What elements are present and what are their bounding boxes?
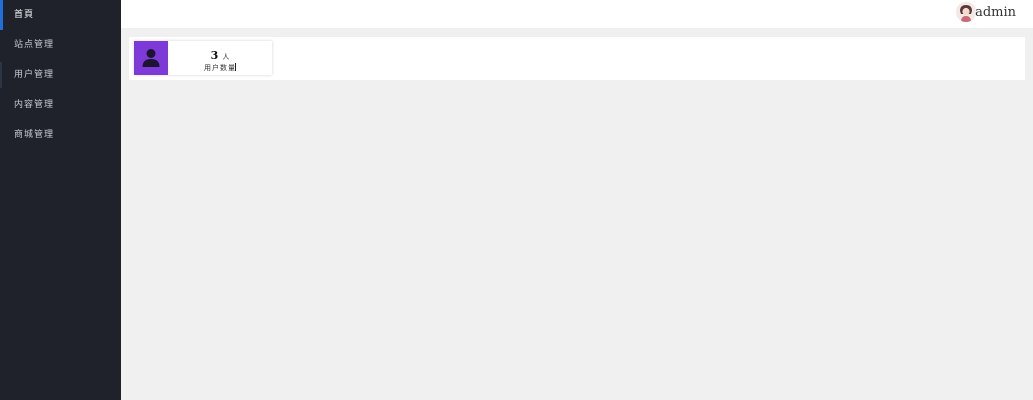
user-count-label-row: 用户数量 <box>168 63 272 73</box>
sidebar-item-label: 商城管理 <box>14 130 55 140</box>
user-count-value: 3 <box>210 49 219 62</box>
user-icon <box>134 41 168 75</box>
username[interactable]: admin <box>975 5 1016 20</box>
sidebar-item-shop-management[interactable]: 商城管理 <box>0 120 121 150</box>
sidebar-item-home[interactable]: 首頁 <box>0 0 121 30</box>
stat-value-row: 3人 <box>168 47 272 64</box>
app: 首頁 站点管理 用户管理 内容管理 商城管理 admin 3 人 用户数量 <box>0 0 1033 400</box>
text-caret <box>235 63 236 71</box>
dashboard-panel: 3人 用户数量 <box>129 37 1025 80</box>
sidebar-item-label: 用户管理 <box>14 70 55 80</box>
user-count-label: 用户数量 <box>204 64 236 72</box>
user-count-card[interactable]: 3人 用户数量 <box>134 41 272 75</box>
sidebar-item-label: 首頁 <box>14 10 35 20</box>
user-count-unit: 人 <box>222 53 230 61</box>
top-header: admin <box>121 0 1033 28</box>
avatar-icon[interactable] <box>956 2 976 22</box>
sidebar-item-site-management[interactable]: 站点管理 <box>0 30 121 60</box>
sidebar-item-label: 内容管理 <box>14 100 55 110</box>
sidebar-item-label: 站点管理 <box>14 40 55 50</box>
sidebar-item-content-management[interactable]: 内容管理 <box>0 90 121 120</box>
sidebar-item-user-management[interactable]: 用户管理 <box>0 60 121 90</box>
sidebar: 首頁 站点管理 用户管理 内容管理 商城管理 <box>0 0 121 400</box>
